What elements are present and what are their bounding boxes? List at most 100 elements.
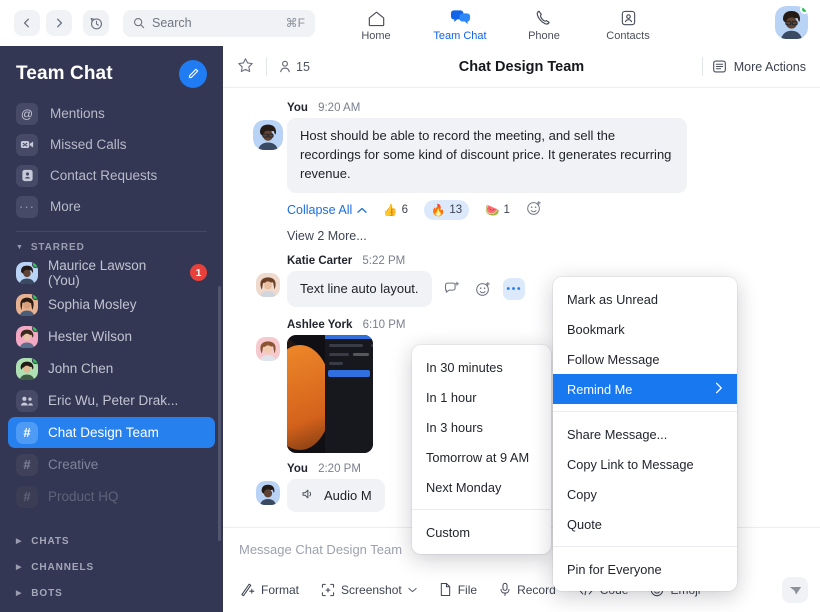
sidebar-group-starred[interactable]: ▼ STARRED [0, 236, 223, 256]
contacts-icon [620, 7, 637, 27]
audio-wave-icon [300, 487, 315, 504]
sidebar-item-product-hq[interactable]: # Product HQ [8, 481, 215, 512]
reaction-chip[interactable]: 🍉 1 [478, 200, 517, 220]
sidebar-item-hester-wilson[interactable]: Hester Wilson [8, 321, 215, 352]
menu-divider [553, 546, 737, 547]
sidebar-item-missed-calls[interactable]: Missed Calls [0, 129, 223, 160]
member-count[interactable]: 15 [279, 60, 310, 74]
top-tabs: Home Team Chat Phone Contacts [345, 2, 659, 42]
view-more-button[interactable]: View 2 More... [287, 229, 802, 243]
menu-item-remind-me[interactable]: Remind Me [553, 374, 737, 404]
screenshot-button[interactable]: Screenshot [312, 578, 426, 602]
submenu-item-label: Next Monday [426, 479, 502, 495]
avatar [16, 261, 38, 284]
sidebar-group-channels[interactable]: ▶ CHANNELS [0, 554, 223, 580]
sidebar-item-chat-design-team[interactable]: # Chat Design Team [8, 417, 215, 448]
tab-phone[interactable]: Phone [513, 2, 575, 42]
ellipsis-icon: ··· [16, 195, 38, 218]
menu-item-copy-link-to-message[interactable]: Copy Link to Message [553, 449, 737, 479]
caret-right-icon: ▶ [16, 564, 23, 571]
message-reactions: Collapse All 👍 6 🔥 13 🍉 1 [287, 200, 802, 221]
tab-contacts[interactable]: Contacts [597, 2, 659, 42]
star-outline-icon[interactable] [237, 57, 254, 77]
chevron-left-icon [23, 18, 29, 28]
sidebar-quick-items: @ Mentions Missed Calls Contact Requests… [0, 98, 223, 222]
reaction-chip[interactable]: 🔥 13 [424, 200, 470, 221]
sidebar-item-creative[interactable]: # Creative [8, 449, 215, 480]
menu-item-quote[interactable]: Quote [553, 509, 737, 539]
sidebar-item-john-chen[interactable]: John Chen [8, 353, 215, 384]
missed-video-call-icon [16, 133, 38, 156]
reply-thread-icon[interactable] [441, 278, 463, 300]
avatar[interactable] [775, 6, 808, 39]
sidebar-group-chats[interactable]: ▶ CHATS [0, 528, 223, 554]
menu-item-label: Share Message... [567, 426, 668, 442]
menu-item-copy[interactable]: Copy [553, 479, 737, 509]
submenu-item-in-1-hour[interactable]: In 1 hour [412, 382, 551, 412]
sidebar-item-label: John Chen [48, 361, 114, 376]
sidebar-item-mentions[interactable]: @ Mentions [0, 98, 223, 129]
image-attachment[interactable] [287, 335, 373, 454]
file-button[interactable]: File [430, 577, 486, 602]
presence-dot [32, 357, 38, 364]
message-author: You [287, 102, 308, 114]
file-label: File [457, 582, 478, 597]
menu-item-label: Bookmark [567, 321, 625, 337]
submenu-item-in-3-hours[interactable]: In 3 hours [412, 412, 551, 442]
back-button[interactable] [14, 10, 40, 36]
more-options-icon[interactable] [502, 277, 525, 300]
sidebar-item-more[interactable]: ··· More [0, 191, 223, 222]
format-button[interactable]: Format [231, 577, 308, 602]
forward-button[interactable] [46, 10, 72, 36]
sidebar-group-label: STARRED [30, 242, 85, 253]
format-text-icon [241, 583, 255, 597]
add-emoji-icon[interactable] [526, 200, 542, 221]
divider [701, 57, 703, 76]
submenu-item-custom[interactable]: Custom [412, 517, 551, 547]
sidebar-item-label: Contact Requests [50, 168, 158, 183]
menu-item-share-message[interactable]: Share Message... [553, 419, 737, 449]
history-clock-icon [90, 17, 102, 29]
menu-item-follow-message[interactable]: Follow Message [553, 344, 737, 374]
collapse-all-button[interactable]: Collapse All [287, 203, 368, 217]
submenu-item-next-monday[interactable]: Next Monday [412, 472, 551, 502]
menu-item-mark-as-unread[interactable]: Mark as Unread [553, 284, 737, 314]
sidebar-bottom-groups: ▶ CHATS ▶ CHANNELS ▶ BOTS [0, 528, 223, 612]
submenu-item-label: Custom [426, 524, 471, 540]
reaction-emoji: 🔥 [431, 205, 446, 218]
compose-pencil-icon [188, 68, 199, 79]
sidebar-item-group-chat[interactable]: Eric Wu, Peter Drak... [8, 385, 215, 416]
search-input[interactable]: Search ⌘F [123, 9, 315, 37]
send-paper-plane-icon [789, 586, 801, 595]
sidebar-item-label: Maurice Lawson (You) [48, 257, 147, 288]
reaction-chip[interactable]: 👍 6 [376, 200, 415, 220]
avatar [256, 481, 280, 506]
message-time: 2:20 PM [318, 463, 361, 476]
tab-home[interactable]: Home [345, 2, 407, 42]
submenu-item-tomorrow-at-9-am[interactable]: Tomorrow at 9 AM [412, 442, 551, 472]
add-emoji-icon[interactable] [472, 278, 494, 300]
compose-button[interactable] [179, 60, 207, 88]
send-button[interactable] [782, 577, 808, 603]
avatar [16, 325, 38, 348]
sidebar-item-sophia-mosley[interactable]: Sophia Mosley [8, 289, 215, 320]
message-time: 9:20 AM [318, 102, 361, 114]
avatar [16, 357, 38, 380]
menu-item-pin-for-everyone[interactable]: Pin for Everyone [553, 554, 737, 584]
tab-team-chat[interactable]: Team Chat [429, 2, 491, 42]
sidebar-item-contact-requests[interactable]: Contact Requests [0, 160, 223, 191]
sidebar-item-maurice-lawson[interactable]: Maurice Lawson (You) 1 [8, 257, 215, 288]
sidebar-group-bots[interactable]: ▶ BOTS [0, 580, 223, 606]
sidebar-scrollbar[interactable] [218, 286, 221, 541]
top-bar: Search ⌘F Home Team Chat Phone Contacts [0, 0, 820, 46]
menu-item-bookmark[interactable]: Bookmark [553, 314, 737, 344]
history-button[interactable] [83, 10, 109, 36]
submenu-item-label: In 30 minutes [426, 359, 503, 375]
sidebar-item-label: Missed Calls [50, 137, 127, 152]
audio-message-bubble[interactable]: Audio M [287, 479, 385, 513]
mockup-cta [328, 370, 370, 378]
sidebar-title: Team Chat [16, 63, 113, 84]
message-time: 6:10 PM [362, 319, 406, 332]
more-actions-button[interactable]: More Actions [712, 59, 806, 74]
submenu-item-in-30-minutes[interactable]: In 30 minutes [412, 352, 551, 382]
